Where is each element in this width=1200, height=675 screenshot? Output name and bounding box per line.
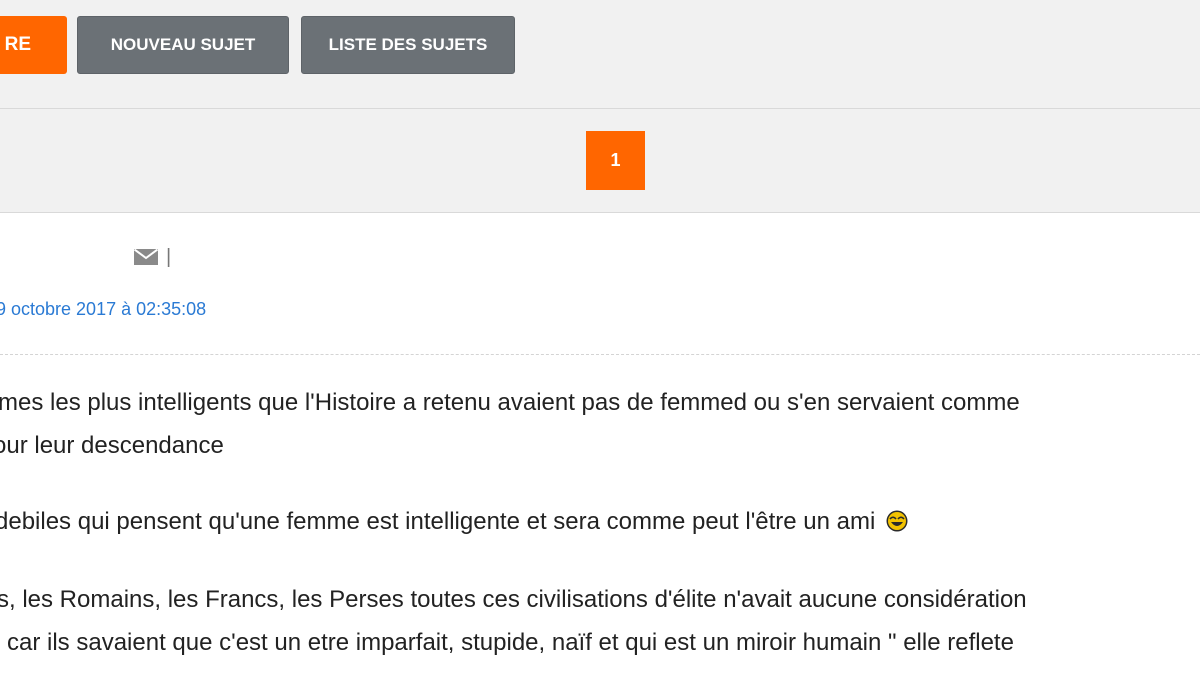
post-body: mes les plus intelligents que l'Histoire… — [0, 372, 1200, 675]
post-divider — [0, 354, 1200, 355]
page-number: 1 — [610, 150, 621, 170]
post-text-line: mes les plus intelligents que l'Histoire… — [0, 389, 1020, 416]
forum-page: RE NOUVEAU SUJET LISTE DES SUJETS 1 | 9 … — [0, 0, 1200, 675]
new-topic-button[interactable]: NOUVEAU SUJET — [77, 16, 289, 74]
page-1-button[interactable]: 1 — [586, 131, 645, 190]
post-date-link[interactable]: 9 octobre 2017 à 02:35:08 — [0, 299, 206, 320]
topic-list-button[interactable]: LISTE DES SUJETS — [301, 16, 515, 74]
reply-button-label: RE — [4, 34, 31, 55]
header-separator: | — [166, 246, 172, 268]
post-text-line: debiles qui pensent qu'une femme est int… — [0, 508, 876, 535]
reply-button[interactable]: RE — [0, 16, 67, 74]
post-header: | 9 octobre 2017 à 02:35:08 — [0, 213, 1200, 355]
topic-toolbar: RE NOUVEAU SUJET LISTE DES SUJETS — [0, 0, 1200, 109]
pagination-bar: 1 — [0, 109, 1200, 213]
post-text-line-with-emoji: debiles qui pensent qu'une femme est int… — [0, 507, 908, 537]
new-topic-button-label: NOUVEAU SUJET — [110, 35, 256, 54]
mail-icon[interactable] — [133, 248, 159, 265]
post-text-line: s, les Romains, les Francs, les Perses t… — [0, 586, 1027, 613]
post-text-line: car ils savaient que c'est un etre impar… — [7, 629, 1014, 656]
post-text-line: our leur descendance — [0, 432, 224, 459]
laughing-emoji-icon — [886, 510, 908, 532]
topic-list-button-label: LISTE DES SUJETS — [328, 35, 488, 54]
